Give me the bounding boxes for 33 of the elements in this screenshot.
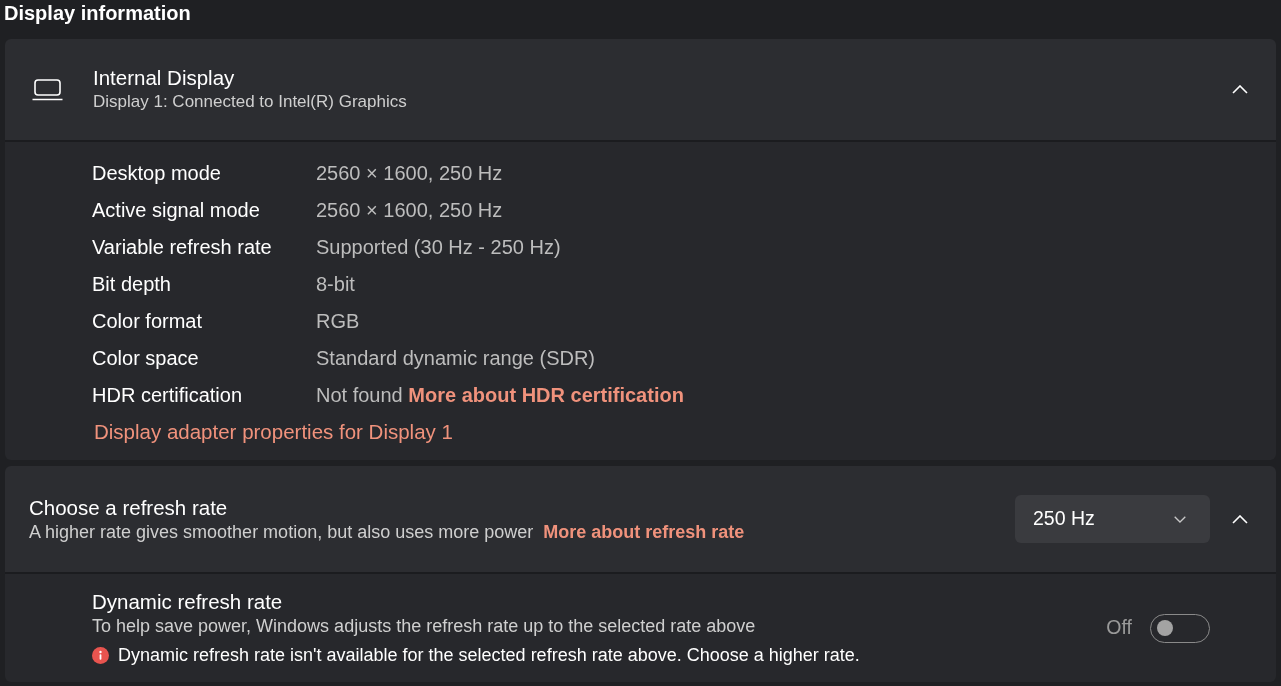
property-label: Bit depth <box>92 271 172 297</box>
property-value: Not found More about HDR certification <box>316 382 684 408</box>
setting-description: A higher rate gives smoother motion, but also uses more power More about refresh rate <box>29 520 746 544</box>
property-value: Standard dynamic range (SDR) <box>316 345 595 371</box>
warning-message: Dynamic refresh rate isn't available for the selected refresh rate above. Choose a higher rate. <box>118 644 860 667</box>
refresh-rate-dropdown[interactable]: 250 Hz <box>1015 495 1210 543</box>
property-value: 2560 × 1600, 250 Hz <box>316 197 503 223</box>
display-title: Internal Display <box>93 65 236 90</box>
info-link[interactable]: More about HDR certification <box>408 383 684 406</box>
property-label: Color format <box>92 308 204 334</box>
adapter-properties-link[interactable]: Display adapter properties for Display 1 <box>94 413 453 450</box>
property-value: Supported (30 Hz - 250 Hz) <box>316 234 561 260</box>
setting-title: Choose a refresh rate <box>29 494 229 520</box>
laptop-icon <box>32 78 63 101</box>
section-heading: Display information <box>3 1 191 26</box>
display-subtitle: Display 1: Connected to Intel(R) Graphics <box>93 91 408 113</box>
setting-description: To help save power, Windows adjusts the refresh rate up to the selected rate above <box>92 615 757 638</box>
property-value: 8-bit <box>316 271 355 297</box>
toggle-state-label: Off <box>1106 615 1132 641</box>
property-label: Desktop mode <box>92 160 222 186</box>
property-value: RGB <box>316 308 360 334</box>
info-link[interactable]: More about refresh rate <box>543 521 745 542</box>
setting-title: Dynamic refresh rate <box>92 589 284 614</box>
property-label: Color space <box>92 345 200 371</box>
property-value: 2560 × 1600, 250 Hz <box>316 160 503 186</box>
property-label: HDR certification <box>92 382 244 408</box>
property-label: Active signal mode <box>92 197 261 223</box>
chevron-down-icon <box>1174 515 1186 523</box>
chevron-up-icon <box>1232 85 1248 94</box>
property-label: Variable refresh rate <box>92 234 273 260</box>
chevron-up-icon <box>1232 514 1248 524</box>
info-icon <box>92 646 109 664</box>
display-header[interactable]: Internal Display Display 1: Connected to Intel(R) Graphics <box>5 39 1276 140</box>
